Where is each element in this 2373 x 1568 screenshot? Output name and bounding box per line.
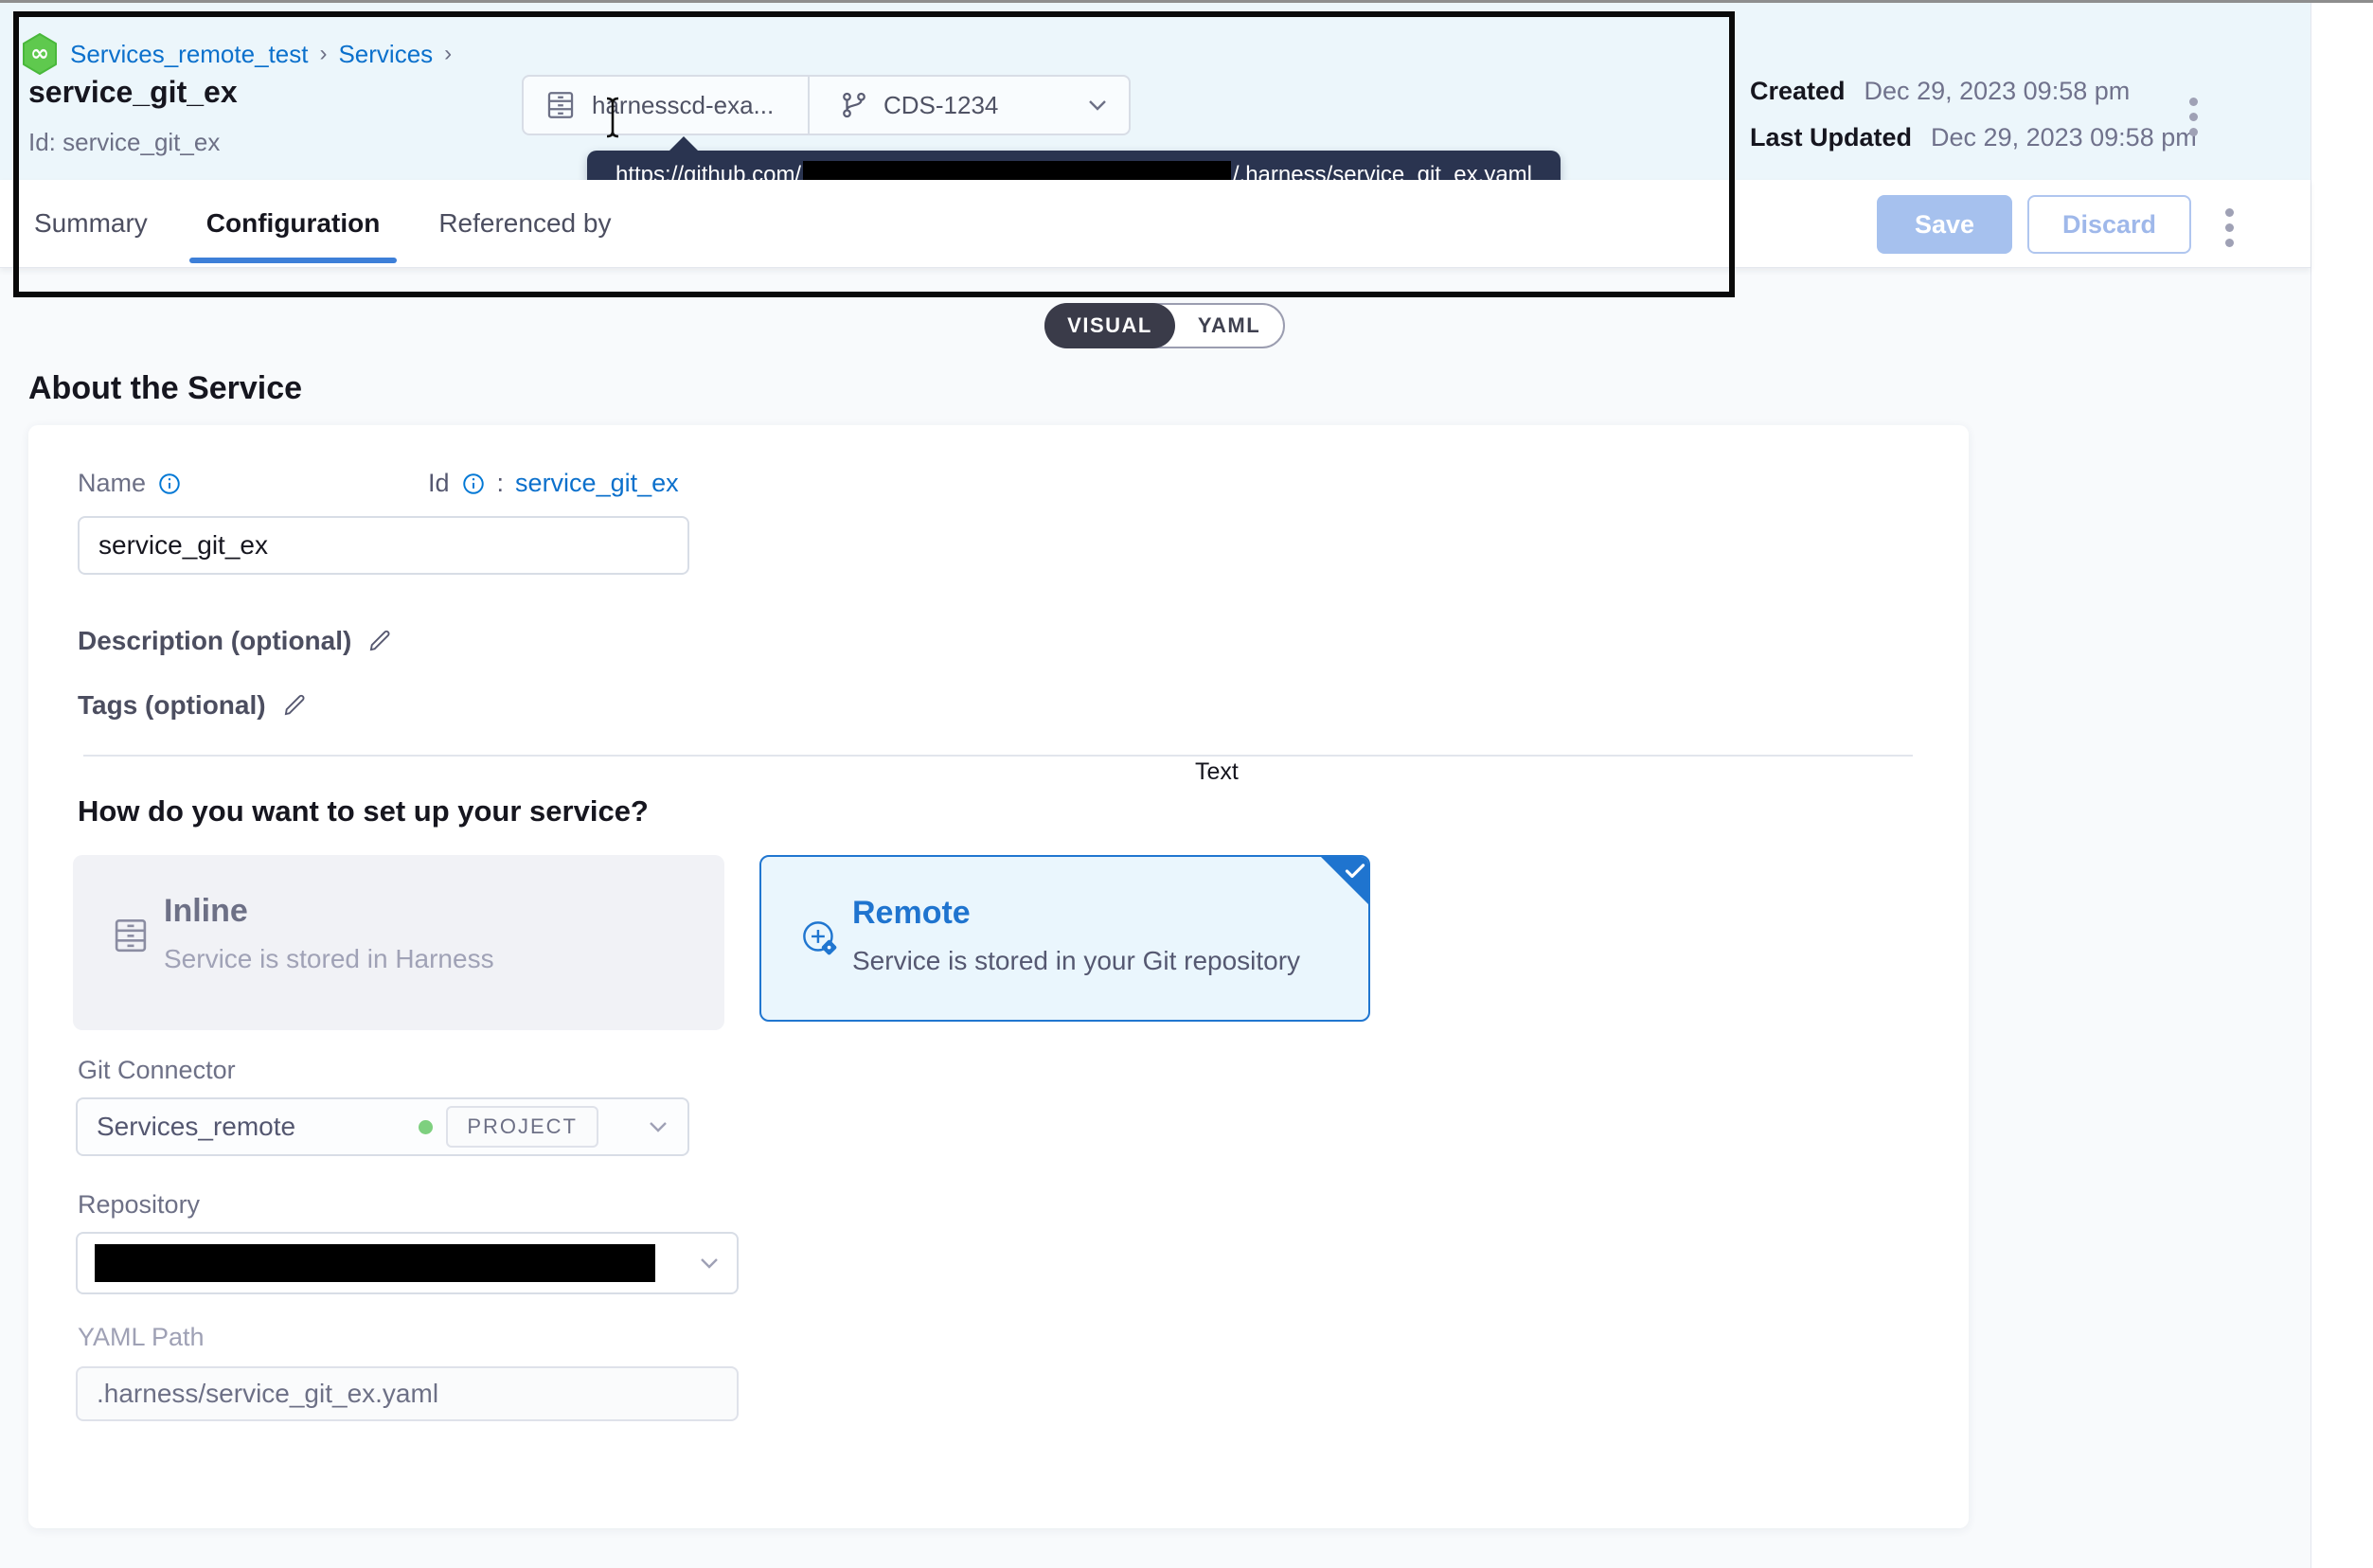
tags-label: Tags (optional) — [78, 690, 266, 721]
repository-label: Repository — [78, 1190, 200, 1220]
id-colon: : — [497, 469, 505, 498]
breadcrumb-separator: › — [444, 41, 452, 67]
tab-configuration[interactable]: Configuration — [201, 180, 386, 267]
last-updated-row: Last Updated Dec 29, 2023 09:58 pm — [1750, 123, 2197, 152]
harness-deployments-module-icon: ∞ — [21, 33, 59, 75]
created-row: Created Dec 29, 2023 09:58 pm — [1750, 77, 2197, 106]
window-top-edge — [0, 0, 2373, 3]
tab-referenced-by[interactable]: Referenced by — [433, 180, 616, 267]
id-value-link[interactable]: service_git_ex — [515, 469, 679, 498]
chevron-down-icon[interactable] — [648, 1120, 669, 1133]
tabs: Summary Configuration Referenced by — [28, 180, 616, 267]
about-service-heading: About the Service — [28, 370, 302, 407]
tab-bar-more-options-button[interactable] — [2225, 208, 2234, 247]
id-row: Id : service_git_ex — [428, 469, 679, 498]
visual-yaml-toggle[interactable]: VISUAL YAML — [1044, 303, 1285, 348]
info-icon[interactable] — [157, 472, 182, 496]
inline-option-title: Inline — [164, 893, 248, 930]
scope-badge: PROJECT — [446, 1106, 598, 1148]
breadcrumb-separator: › — [319, 41, 327, 67]
connector-status-dot — [419, 1120, 433, 1134]
right-gutter — [2311, 3, 2373, 1568]
header-more-options-button[interactable] — [2189, 98, 2198, 136]
git-connector-value: Services_remote — [97, 1112, 295, 1142]
discard-button[interactable]: Discard — [2027, 195, 2191, 254]
setup-question-heading: How do you want to set up your service? — [78, 794, 649, 829]
svg-text:∞: ∞ — [30, 40, 49, 66]
storage-option-remote[interactable]: Remote Service is stored in your Git rep… — [759, 855, 1370, 1022]
repository-icon — [544, 89, 577, 121]
inline-option-subtitle: Service is stored in Harness — [164, 944, 494, 974]
yaml-path-label: YAML Path — [78, 1323, 205, 1352]
description-row: Description (optional) — [78, 626, 393, 656]
service-id-text: Id: service_git_ex — [28, 128, 220, 157]
breadcrumb: ∞ Services_remote_test › Services › — [21, 33, 452, 75]
remote-option-subtitle: Service is stored in your Git repository — [852, 946, 1300, 976]
git-connector-select[interactable]: Services_remote PROJECT — [76, 1097, 689, 1156]
id-label: Id — [428, 469, 450, 498]
stray-text-label: Text — [1195, 758, 1239, 786]
tags-row: Tags (optional) — [78, 690, 308, 721]
created-value: Dec 29, 2023 09:58 pm — [1864, 77, 2131, 106]
remote-option-title: Remote — [852, 895, 971, 932]
repo-segment[interactable]: harnesscd-exa... — [524, 89, 808, 121]
name-label-row: Name — [78, 469, 182, 498]
info-icon[interactable] — [461, 472, 486, 496]
chevron-down-icon[interactable] — [1087, 98, 1108, 112]
yaml-path-input[interactable] — [76, 1366, 739, 1421]
redacted-repository-name — [95, 1244, 655, 1282]
edit-pencil-icon[interactable] — [281, 692, 308, 719]
branch-segment[interactable]: CDS-1234 — [810, 91, 1129, 120]
about-service-card: Name Id : service_git_ex Description (op… — [28, 425, 1969, 1528]
tab-summary[interactable]: Summary — [28, 180, 153, 267]
service-meta: Created Dec 29, 2023 09:58 pm Last Updat… — [1750, 77, 2197, 169]
storage-option-inline[interactable]: Inline Service is stored in Harness — [73, 855, 724, 1030]
git-branch-icon — [840, 91, 868, 119]
last-updated-label: Last Updated — [1750, 123, 1912, 152]
branch-name-label: CDS-1234 — [883, 91, 998, 120]
breadcrumb-project-link[interactable]: Services_remote_test — [70, 40, 308, 69]
page-title: service_git_ex — [28, 75, 238, 110]
remote-storage-icon — [799, 918, 843, 961]
edit-pencil-icon[interactable] — [366, 628, 393, 654]
repository-select[interactable] — [76, 1232, 739, 1294]
name-label: Name — [78, 469, 146, 498]
git-connector-label: Git Connector — [78, 1056, 236, 1085]
save-button[interactable]: Save — [1877, 195, 2012, 254]
toggle-visual-option[interactable]: VISUAL — [1044, 303, 1175, 348]
toggle-yaml-option[interactable]: YAML — [1177, 313, 1281, 338]
created-label: Created — [1750, 77, 1846, 106]
description-label: Description (optional) — [78, 626, 351, 656]
breadcrumb-services-link[interactable]: Services — [338, 40, 433, 69]
section-divider — [83, 755, 1913, 757]
page-header: ∞ Services_remote_test › Services › serv… — [0, 3, 2311, 180]
configuration-panel: VISUAL YAML About the Service Name Id : … — [0, 268, 2311, 1568]
inline-storage-icon — [111, 916, 151, 955]
name-input[interactable] — [78, 516, 689, 575]
last-updated-value: Dec 29, 2023 09:58 pm — [1931, 123, 2197, 152]
tab-bar: Summary Configuration Referenced by Save… — [0, 180, 2311, 268]
selected-check-ribbon — [1319, 855, 1370, 906]
text-cursor — [602, 96, 623, 139]
chevron-down-icon[interactable] — [699, 1256, 720, 1270]
